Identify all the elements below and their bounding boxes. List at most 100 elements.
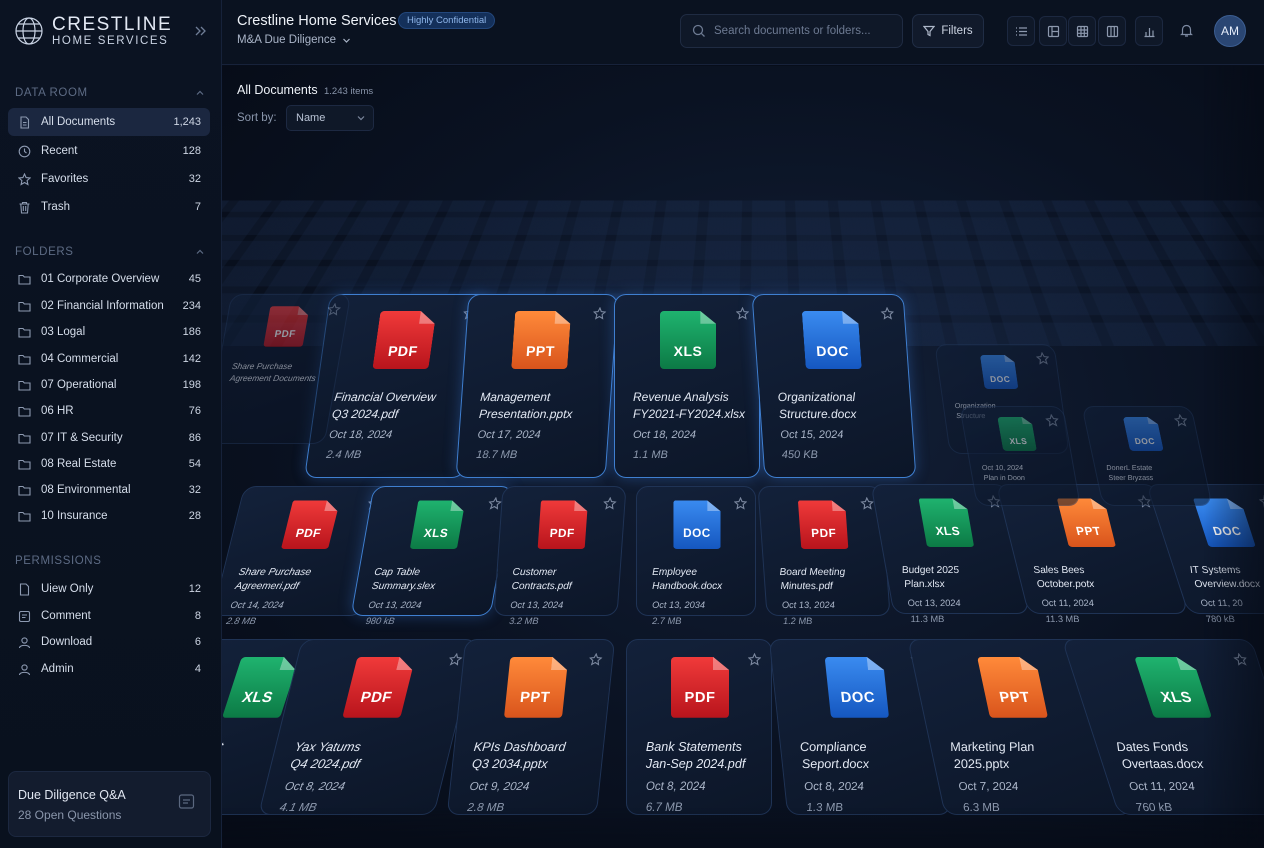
permission-count: 4 — [194, 663, 201, 675]
file-size: 11.3 MB — [1044, 614, 1081, 625]
folder-count: 45 — [188, 273, 201, 285]
file-icon-fold — [396, 657, 416, 670]
favorite-star-icon[interactable] — [447, 652, 463, 666]
folder-label: 02 Financial Information — [41, 300, 164, 312]
favorite-star-icon[interactable] — [1173, 414, 1189, 427]
favorite-star-icon[interactable] — [1035, 352, 1050, 365]
collapse-sidebar-icon[interactable] — [192, 23, 208, 39]
favorite-star-icon[interactable] — [859, 497, 874, 510]
item-count: 1.243 items — [324, 86, 374, 97]
file-date: Oct 11, 2024 — [1040, 597, 1095, 608]
folder-icon — [18, 485, 31, 496]
favorite-star-icon[interactable] — [747, 652, 761, 666]
favorite-star-icon[interactable] — [736, 307, 749, 320]
sidebar-item-view-only[interactable]: Uiew Only 12 — [8, 575, 210, 603]
favorite-star-icon[interactable] — [592, 307, 607, 320]
detail-view-button[interactable] — [1039, 16, 1067, 46]
favorite-star-icon[interactable] — [602, 497, 617, 510]
file-card[interactable]: PDF Customer Contracts.pdf Oct 13, 2024 3.2 … — [493, 486, 627, 626]
file-name: Management Presentation.pptx — [478, 389, 604, 423]
sidebar-item-folder-10[interactable]: 10 Insurance 28 — [8, 502, 210, 530]
list-view-button[interactable] — [1007, 16, 1035, 46]
sidebar-item-folder-04[interactable]: 04 Commercial 142 — [8, 345, 210, 373]
xls-file-icon: XLS — [1134, 657, 1213, 718]
favorite-star-icon[interactable] — [1231, 652, 1248, 666]
sidebar-item-admin[interactable]: Admin 4 — [8, 655, 210, 683]
analytics-button[interactable] — [1135, 16, 1163, 46]
file-icon-body — [919, 498, 975, 547]
file-size: 18.7 MB — [475, 449, 518, 461]
sidebar-item-recent[interactable]: Recent 128 — [8, 137, 210, 165]
search-box[interactable] — [680, 14, 903, 48]
file-card[interactable]: PPT KPIs Dashboard Q3 2034.pptx Oct 9, 2024… — [446, 639, 616, 815]
sidebar-item-folder-07[interactable]: 07 IT & Security 86 — [8, 424, 210, 452]
favorite-star-icon[interactable] — [733, 497, 747, 510]
file-name-line: DonerL Estate — [1105, 463, 1154, 473]
favorite-star-icon[interactable] — [1257, 495, 1264, 508]
xls-file-icon: XLS — [919, 498, 975, 547]
file-name-line: Dates Fonds — [1114, 739, 1190, 754]
sidebar-item-folder-01[interactable]: 01 Corporate Overview 45 — [8, 265, 210, 293]
columns-view-button[interactable] — [1098, 16, 1126, 46]
file-type-label: XLS — [1159, 690, 1195, 707]
file-name: Yax Yatums Q4 2024.pdf — [288, 739, 445, 774]
permission-label: Uiew Only — [41, 583, 94, 595]
file-name-line: Organizational — [777, 390, 856, 404]
sidebar-item-folder-09[interactable]: 08 Environmental 32 — [8, 476, 210, 504]
file-card[interactable]: XLS Cap Table Summary.slex Oct 13, 2024 980 … — [350, 486, 514, 626]
sidebar-item-folder-03[interactable]: 03 Logal 186 — [8, 318, 210, 346]
file-card[interactable]: DOC DonerL Estate Steer Bryzass — [1081, 406, 1213, 506]
file-name-line: Board Meeting — [779, 566, 846, 578]
file-type-label: XLS — [422, 527, 450, 541]
file-card[interactable]: PPT Management Presentation.pptx Oct 17, 20… — [455, 294, 619, 478]
favorite-star-icon[interactable] — [326, 303, 342, 316]
file-card[interactable]: PDF Bank Statements Jan-Sep 2024.pdf Oct 8,… — [626, 639, 772, 815]
confidential-badge: Highly Confidential — [398, 12, 496, 29]
folder-label: 07 IT & Security — [41, 432, 123, 444]
file-name-line: Revenue Analysis — [633, 390, 729, 404]
nav-count: 1,243 — [173, 116, 201, 128]
file-card[interactable]: XLS Oct 10, 2024 Plan in Doon — [959, 406, 1081, 506]
file-name-line: Yax Yatums — [293, 739, 363, 754]
favorite-star-icon[interactable] — [1045, 414, 1060, 427]
sidebar-item-folder-02[interactable]: 02 Financial Information 234 — [8, 292, 210, 320]
notification-bell-icon[interactable] — [1179, 23, 1194, 38]
file-date: Oct 14, 2024 — [229, 599, 285, 610]
file-card[interactable]: XLS Revenue Analysis FY2021-FY2024.xlsx Oct… — [614, 294, 760, 478]
file-name-line: Customer — [512, 566, 557, 578]
file-date: Oct 11, 2024 — [1127, 780, 1197, 793]
folders-header[interactable]: FOLDERS — [15, 246, 205, 258]
file-card[interactable]: DOC Employee Handbook.docx Oct 13, 2034 2.7 … — [636, 486, 756, 626]
file-name-line: Share Purchase — [237, 566, 313, 578]
favorite-star-icon[interactable] — [487, 497, 502, 510]
favorite-star-icon[interactable] — [588, 652, 603, 666]
file-name: Board Meeting Minutes.pdf — [779, 566, 883, 594]
file-type-label: PDF — [549, 527, 576, 541]
due-diligence-qa-card[interactable]: Due Diligence Q&A 28 Open Questions — [8, 771, 211, 837]
sidebar-item-trash[interactable]: Trash 7 — [8, 193, 210, 221]
sidebar-item-comment[interactable]: Comment 8 — [8, 602, 210, 630]
sidebar-item-folder-05[interactable]: 07 Operational 198 — [8, 371, 210, 399]
sidebar-item-all-documents[interactable]: All Documents 1,243 — [8, 108, 210, 136]
sidebar-item-folder-08[interactable]: 08 Real Estate 54 — [8, 450, 210, 478]
file-type-label: XLS — [1008, 435, 1029, 446]
folder-count: 76 — [188, 405, 201, 417]
sidebar-item-folder-06[interactable]: 06 HR 76 — [8, 397, 210, 425]
file-icon — [20, 115, 30, 129]
sidebar-item-download[interactable]: Download 6 — [8, 628, 210, 656]
user-avatar[interactable]: AM — [1214, 15, 1246, 47]
search-input[interactable] — [714, 25, 894, 37]
filters-button[interactable]: Filters — [912, 14, 984, 48]
file-card[interactable]: DOC Organizational Structure.docx Oct 15, 2… — [751, 294, 917, 478]
grid-view-button[interactable] — [1068, 16, 1096, 46]
permission-label: Admin — [41, 663, 74, 675]
favorite-star-icon[interactable] — [880, 307, 895, 320]
ppt-file-icon: PPT — [504, 657, 569, 718]
brand-logo[interactable]: CRESTLINE HOME SERVICES — [14, 15, 172, 48]
sidebar-item-favorites[interactable]: Favorites 32 — [8, 165, 210, 193]
data-room-header[interactable]: DATA ROOM — [15, 87, 205, 99]
file-card[interactable]: PDF Board Meeting Minutes.pdf Oct 13, 2024 1… — [757, 486, 891, 626]
main-content: All Documents 1.243 items Sort by: Name … — [222, 66, 1264, 848]
project-selector[interactable]: M&A Due Diligence — [237, 34, 351, 46]
doc-file-icon: DOC — [1123, 417, 1164, 452]
